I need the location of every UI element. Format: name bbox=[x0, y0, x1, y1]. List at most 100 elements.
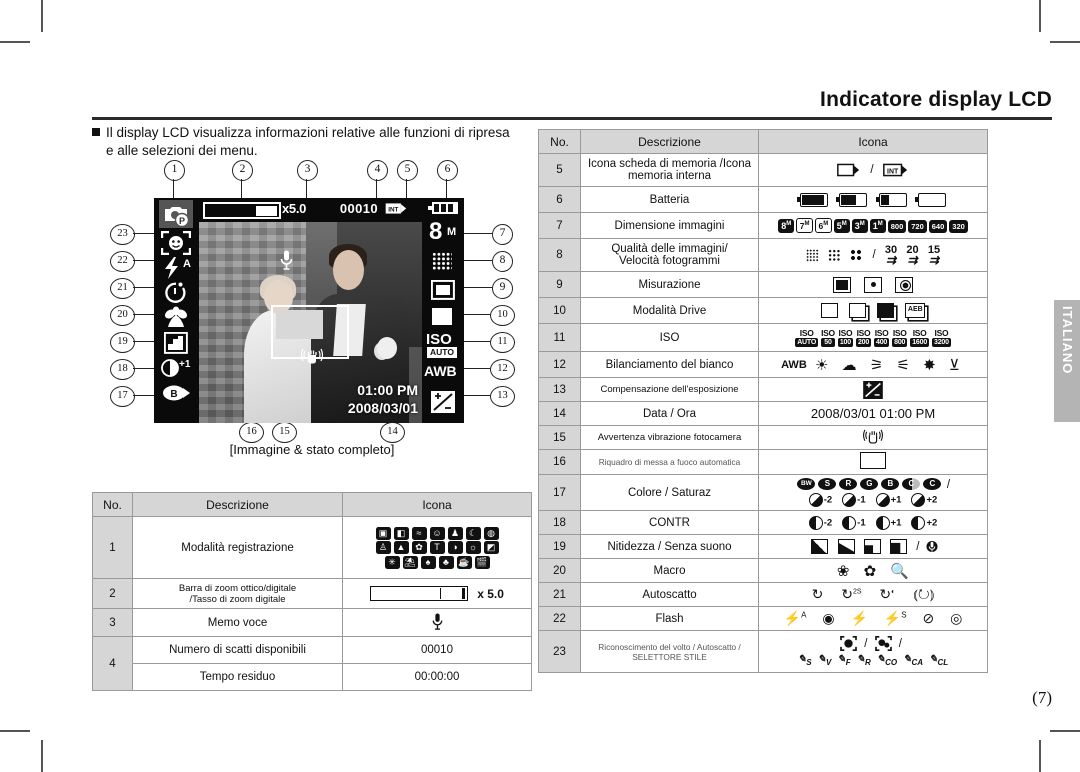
callout-17: 17 bbox=[110, 386, 135, 407]
row-desc: Tempo residuo bbox=[132, 663, 343, 691]
row-icon: -2 -1 +1 +2 bbox=[758, 510, 988, 535]
row-no: 11 bbox=[538, 323, 581, 352]
row-icon: 00:00:00 bbox=[342, 663, 532, 691]
iso-1600-icon: ISO 1600 bbox=[910, 327, 930, 347]
row-icon bbox=[758, 449, 988, 475]
row-no: 9 bbox=[538, 271, 581, 298]
color-custom-icon: C bbox=[902, 478, 921, 491]
face-detection-icon bbox=[840, 636, 857, 651]
mode-food-icon: ♣ bbox=[438, 555, 454, 569]
macro-icon bbox=[157, 305, 197, 330]
row-icon: / / ✎S ✎V ✎F ✎R ✎CO ✎CA ✎CL bbox=[758, 630, 988, 673]
zoom-bar-icon bbox=[370, 586, 469, 601]
saturation-minus2-icon: -2 bbox=[808, 492, 832, 507]
table-row: 18 CONTR -2 -1 +1 +2 bbox=[538, 510, 988, 535]
exposure-compensation-icon bbox=[863, 380, 883, 399]
mode-text-icon: T bbox=[429, 541, 445, 554]
row-icon: ❀ ✿ 🔍 bbox=[758, 558, 988, 583]
header-no: No. bbox=[538, 129, 581, 154]
contrast-value: +1 bbox=[179, 359, 191, 370]
camera-shake-icon bbox=[863, 429, 883, 444]
figure-caption: [Immagine & stato completo] bbox=[229, 442, 395, 457]
flash-auto-icon: A bbox=[157, 255, 197, 280]
callout-10: 10 bbox=[490, 305, 515, 326]
callout-22: 22 bbox=[110, 251, 135, 272]
contrast-icon: +1 bbox=[157, 355, 197, 380]
callout-4: 4 bbox=[367, 160, 388, 181]
microphone-icon bbox=[432, 612, 442, 630]
callout-23: 23 bbox=[110, 224, 135, 245]
battery-full-icon bbox=[428, 202, 458, 214]
color-b-icon: B bbox=[881, 478, 900, 491]
row-icon: BW S R G B C C / -2 -1 +1 +2 bbox=[758, 474, 988, 511]
sharpness-soft1-icon bbox=[837, 539, 855, 554]
row-no: 1 bbox=[92, 516, 133, 579]
size-7m-icon: 7M bbox=[796, 218, 813, 233]
row-no: 22 bbox=[538, 606, 581, 631]
iso-3200-icon: ISO 3200 bbox=[932, 327, 951, 347]
style-classic-icon: ✎CL bbox=[929, 654, 949, 667]
intro-line-2: e alle selezioni dei menu. bbox=[106, 143, 258, 158]
table-row: 4 Numero di scatti disponibili 00010 bbox=[92, 636, 532, 691]
table-header-row: No. Descrizione Icona bbox=[92, 492, 532, 517]
iso-200-icon: ISO 200 bbox=[855, 327, 872, 347]
callout-lead-10 bbox=[464, 314, 490, 316]
callout-lead-13 bbox=[464, 395, 490, 397]
callout-lead-18 bbox=[133, 368, 154, 370]
metering-spot-icon bbox=[864, 276, 882, 293]
table-header-row: No. Descrizione Icona bbox=[538, 129, 988, 154]
iso-50-icon: ISO 50 bbox=[821, 327, 835, 347]
size-1m-icon: 1M bbox=[869, 218, 886, 233]
row-desc: Misurazione bbox=[580, 271, 759, 298]
metering-icon bbox=[423, 277, 463, 304]
crop-mark-bottom-left bbox=[41, 740, 43, 772]
row-no: 17 bbox=[538, 474, 581, 511]
callout-21: 21 bbox=[110, 278, 135, 299]
table-row: 21 Autoscatto ↻ ↻2S ↻◐ ⦅↻⦆ bbox=[538, 582, 988, 607]
row-no: 6 bbox=[538, 186, 581, 213]
bullet-square-icon bbox=[92, 128, 100, 136]
header-icona: Icona bbox=[342, 492, 532, 517]
crop-mark-bottom-right bbox=[1039, 740, 1041, 772]
row-icon: 2008/03/01 01:00 PM bbox=[758, 401, 988, 426]
row-icon bbox=[758, 271, 988, 298]
internal-memory-icon: INT bbox=[882, 163, 907, 177]
row-no: 14 bbox=[538, 401, 581, 426]
contrast-plus1-icon: +1 bbox=[875, 515, 901, 530]
callout-lead-12 bbox=[464, 368, 490, 370]
table-row: 9 Misurazione bbox=[538, 271, 988, 298]
callout-2: 2 bbox=[232, 160, 253, 181]
row-desc: Dimensione immagini bbox=[580, 212, 759, 239]
size-320-icon: 320 bbox=[949, 220, 968, 233]
callout-19: 19 bbox=[110, 332, 135, 353]
color-s-icon: S bbox=[818, 478, 837, 491]
manual-page: Indicatore display LCD Il display LCD vi… bbox=[0, 0, 1080, 772]
iso-400-icon: ISO 400 bbox=[874, 327, 890, 347]
contrast-minus2-icon: -2 bbox=[808, 515, 832, 530]
timer-remote-icon: ⦅↻⦆ bbox=[913, 586, 935, 602]
table-row: 17 Colore / Saturaz BW S R G B C C / -2 -1 +1 +2 bbox=[538, 474, 988, 511]
row-icon: x 5.0 bbox=[342, 578, 532, 609]
table-row: 8 Qualità delle immagini/ Velocità fotog… bbox=[538, 238, 988, 272]
svg-text:B: B bbox=[170, 389, 177, 400]
fps-20-icon: 20 ⇉ bbox=[906, 244, 919, 267]
image-size-unit: M bbox=[447, 226, 457, 238]
callout-3: 3 bbox=[297, 160, 318, 181]
language-tab-label: ITALIANO bbox=[1060, 306, 1075, 375]
callout-9: 9 bbox=[492, 278, 513, 299]
row-desc: Modalità registrazione bbox=[132, 516, 343, 579]
battery-two-thirds-icon bbox=[836, 192, 868, 207]
flash-auto-icon: ⚡A bbox=[783, 610, 807, 626]
mode-selfshot-icon: ♠ bbox=[420, 555, 436, 569]
row-icon: AEB bbox=[758, 297, 988, 324]
table-row: 14 Data / Ora 2008/03/01 01:00 PM bbox=[538, 401, 988, 426]
crop-mark-right-bottom bbox=[1050, 730, 1080, 732]
crop-mark-top-left bbox=[41, 0, 43, 32]
drive-motion-icon bbox=[877, 303, 895, 318]
table-row: 22 Flash ⚡A ◉ ⚡ ⚡S ⊘ ◎ bbox=[538, 606, 988, 631]
color-bw-icon: BW bbox=[797, 478, 816, 491]
crop-mark-left-top bbox=[0, 41, 30, 43]
image-size-value: 8 bbox=[429, 218, 443, 245]
callout-15: 15 bbox=[272, 422, 297, 443]
row-desc-line1: Icona scheda di memoria /Icona bbox=[587, 158, 751, 170]
